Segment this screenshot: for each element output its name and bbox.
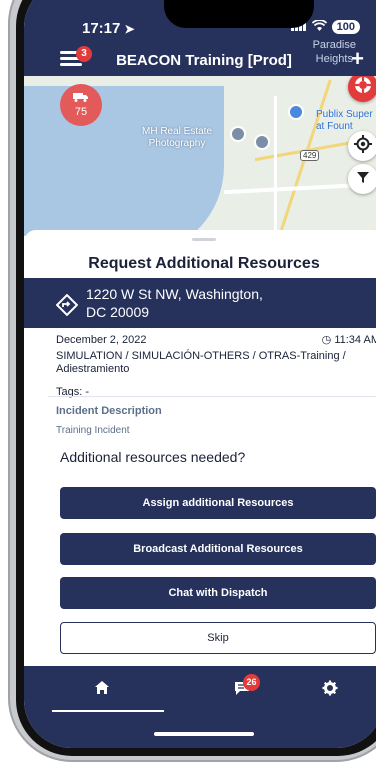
request-resources-sheet: Request Additional Resources 1220 W St N… <box>24 230 376 666</box>
highway-shield: 429 <box>300 150 320 161</box>
directions-icon[interactable] <box>55 293 79 317</box>
sheet-title: Request Additional Resources <box>88 255 320 272</box>
nav-home[interactable] <box>90 680 114 700</box>
chat-dispatch-button[interactable]: Chat with Dispatch <box>60 577 376 609</box>
broadcast-resources-button[interactable]: Broadcast Additional Resources <box>60 533 376 565</box>
map-pin-icon[interactable] <box>230 126 246 142</box>
wifi-icon <box>311 19 327 34</box>
battery-indicator: 100 <box>331 20 360 34</box>
lifebuoy-icon <box>353 75 373 100</box>
skip-button[interactable]: Skip <box>60 622 376 654</box>
resources-question: Additional resources needed? <box>60 449 246 465</box>
status-time: 17:17 ➤ <box>82 20 135 37</box>
incident-tags: Tags: - <box>56 386 90 398</box>
location-arrow-icon: ➤ <box>124 22 135 36</box>
active-tab-indicator <box>52 710 164 712</box>
location-label: Paradise Heights <box>313 38 356 66</box>
place-label-line: Photography <box>148 138 206 149</box>
bottom-nav: 26 <box>24 666 376 716</box>
phone-mockup: 17:17 ➤ 100 3 BEACON Training [Prod] Par… <box>0 0 376 770</box>
add-button[interactable]: + <box>351 46 364 72</box>
location-label-line1: Paradise <box>312 39 356 51</box>
filter-button[interactable] <box>348 164 376 194</box>
crosshair-icon <box>354 134 372 158</box>
address-line1: 1220 W St NW, Washington, <box>86 286 263 302</box>
map-pin-icon[interactable] <box>254 134 270 150</box>
incident-type-line2: Adiestramiento <box>56 363 130 375</box>
divider <box>48 396 376 397</box>
gear-icon <box>322 680 338 701</box>
locate-me-button[interactable] <box>348 131 376 161</box>
place-label-line: Publix Super <box>316 109 373 120</box>
home-indicator[interactable] <box>154 732 254 736</box>
incident-date: December 2, 2022 <box>56 334 147 346</box>
address-bar[interactable]: 1220 W St NW, Washington, DC 20009 75 <box>24 278 376 328</box>
unit-count: 75 <box>74 106 88 118</box>
clock-icon: ◷ <box>321 334 335 346</box>
incident-details: December 2, 2022 ◷ 11:34 AM SIMULATION /… <box>56 334 376 399</box>
water-area <box>24 86 224 236</box>
filter-icon <box>356 170 370 189</box>
incident-time-text: 11:34 AM <box>334 334 376 346</box>
nav-settings[interactable] <box>318 680 342 700</box>
map-place-label: MH Real Estate Photography <box>142 126 212 150</box>
truck-icon <box>60 91 102 105</box>
incident-time: ◷ 11:34 AM <box>322 334 376 347</box>
incident-type-line1: SIMULATION / SIMULACIÓN-OTHERS / OTRAS-T… <box>56 350 346 362</box>
place-label-line: MH Real Estate <box>142 126 213 137</box>
assign-resources-button[interactable]: Assign additional Resources <box>60 487 376 519</box>
map-place-label: Publix Super at Fount <box>316 109 373 133</box>
description-text: Training Incident <box>56 425 130 436</box>
home-icon <box>94 680 110 700</box>
address-line2: DC 20009 <box>86 304 150 320</box>
description-heading: Incident Description <box>56 405 162 417</box>
notch <box>164 0 314 28</box>
location-label-line2: Heights <box>315 53 353 65</box>
sheet-grabber[interactable] <box>192 238 216 241</box>
incident-address: 1220 W St NW, Washington, DC 20009 <box>86 285 263 321</box>
home-bar-area <box>24 716 376 748</box>
messages-badge: 26 <box>243 674 260 691</box>
app-screen: 17:17 ➤ 100 3 BEACON Training [Prod] Par… <box>24 0 376 748</box>
emergency-button[interactable] <box>348 72 376 102</box>
road <box>274 96 277 236</box>
store-pin-icon[interactable] <box>288 104 304 120</box>
status-time-text: 17:17 <box>82 20 121 37</box>
unit-marker[interactable]: 75 <box>60 84 102 126</box>
incident-datetime-row: December 2, 2022 ◷ 11:34 AM <box>56 334 376 347</box>
incident-type: SIMULATION / SIMULACIÓN-OTHERS / OTRAS-T… <box>56 350 376 376</box>
